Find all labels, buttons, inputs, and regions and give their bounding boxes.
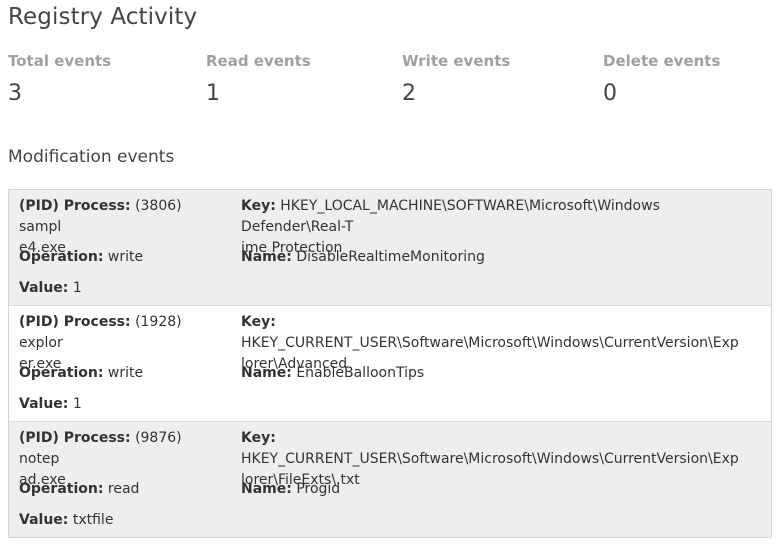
key-value-part1: HKEY_CURRENT_USER\Software\Microsoft\Win… — [241, 335, 739, 351]
stat-label: Delete events — [603, 52, 721, 70]
name-field: Name: EnableBalloonTips — [241, 363, 424, 384]
event-row: (PID) Process: (9876) notep ad.exe Key: … — [9, 421, 771, 537]
stat-value: 1 — [206, 81, 220, 106]
event-row: (PID) Process: (1928) explor er.exe Key:… — [9, 305, 771, 421]
operation-field: Operation: write — [19, 247, 143, 268]
key-value-part1: HKEY_CURRENT_USER\Software\Microsoft\Win… — [241, 451, 739, 467]
value-value: 1 — [72, 280, 82, 296]
value-field: Value: 1 — [19, 394, 82, 415]
value-label: Value: — [19, 512, 69, 528]
value-value: txtfile — [72, 512, 114, 528]
key-label: Key: — [241, 198, 276, 214]
operation-label: Operation: — [19, 481, 104, 497]
operation-label: Operation: — [19, 249, 104, 265]
name-label: Name: — [241, 481, 292, 497]
stat-value: 3 — [8, 81, 22, 106]
process-label: (PID) Process: — [19, 430, 131, 446]
key-label: Key: — [241, 314, 276, 330]
name-field: Name: Progid — [241, 479, 340, 500]
operation-value: read — [107, 481, 140, 497]
stat-write-events: Write events 2 — [402, 52, 510, 106]
key-value-part1: HKEY_LOCAL_MACHINE\SOFTWARE\Microsoft\Wi… — [241, 198, 660, 235]
process-label: (PID) Process: — [19, 198, 131, 214]
stat-value: 0 — [603, 81, 617, 106]
stat-label: Total events — [8, 52, 112, 70]
operation-value: write — [107, 365, 144, 381]
value-field: Value: 1 — [19, 278, 82, 299]
value-value: 1 — [72, 396, 82, 412]
operation-label: Operation: — [19, 365, 104, 381]
section-title: Modification events — [8, 147, 175, 167]
value-label: Value: — [19, 396, 69, 412]
stat-read-events: Read events 1 — [206, 52, 311, 106]
event-row: (PID) Process: (3806) sampl e4.exe Key: … — [9, 190, 771, 305]
name-label: Name: — [241, 365, 292, 381]
operation-field: Operation: read — [19, 479, 139, 500]
stat-total-events: Total events 3 — [8, 52, 111, 106]
name-value: EnableBalloonTips — [296, 365, 425, 381]
operation-value: write — [107, 249, 144, 265]
stat-label: Write events — [402, 52, 511, 70]
stat-value: 2 — [402, 81, 416, 106]
name-field: Name: DisableRealtimeMonitoring — [241, 247, 485, 268]
stat-delete-events: Delete events 0 — [603, 52, 720, 106]
value-label: Value: — [19, 280, 69, 296]
name-label: Name: — [241, 249, 292, 265]
process-label: (PID) Process: — [19, 314, 131, 330]
name-value: Progid — [296, 481, 341, 497]
value-field: Value: txtfile — [19, 510, 113, 531]
registry-activity-panel: Registry Activity Total events 3 Read ev… — [0, 0, 782, 545]
modification-events-table: (PID) Process: (3806) sampl e4.exe Key: … — [8, 189, 772, 538]
stats-summary: Total events 3 Read events 1 Write event… — [0, 0, 782, 120]
key-label: Key: — [241, 430, 276, 446]
stat-label: Read events — [206, 52, 311, 70]
operation-field: Operation: write — [19, 363, 143, 384]
name-value: DisableRealtimeMonitoring — [296, 249, 485, 265]
